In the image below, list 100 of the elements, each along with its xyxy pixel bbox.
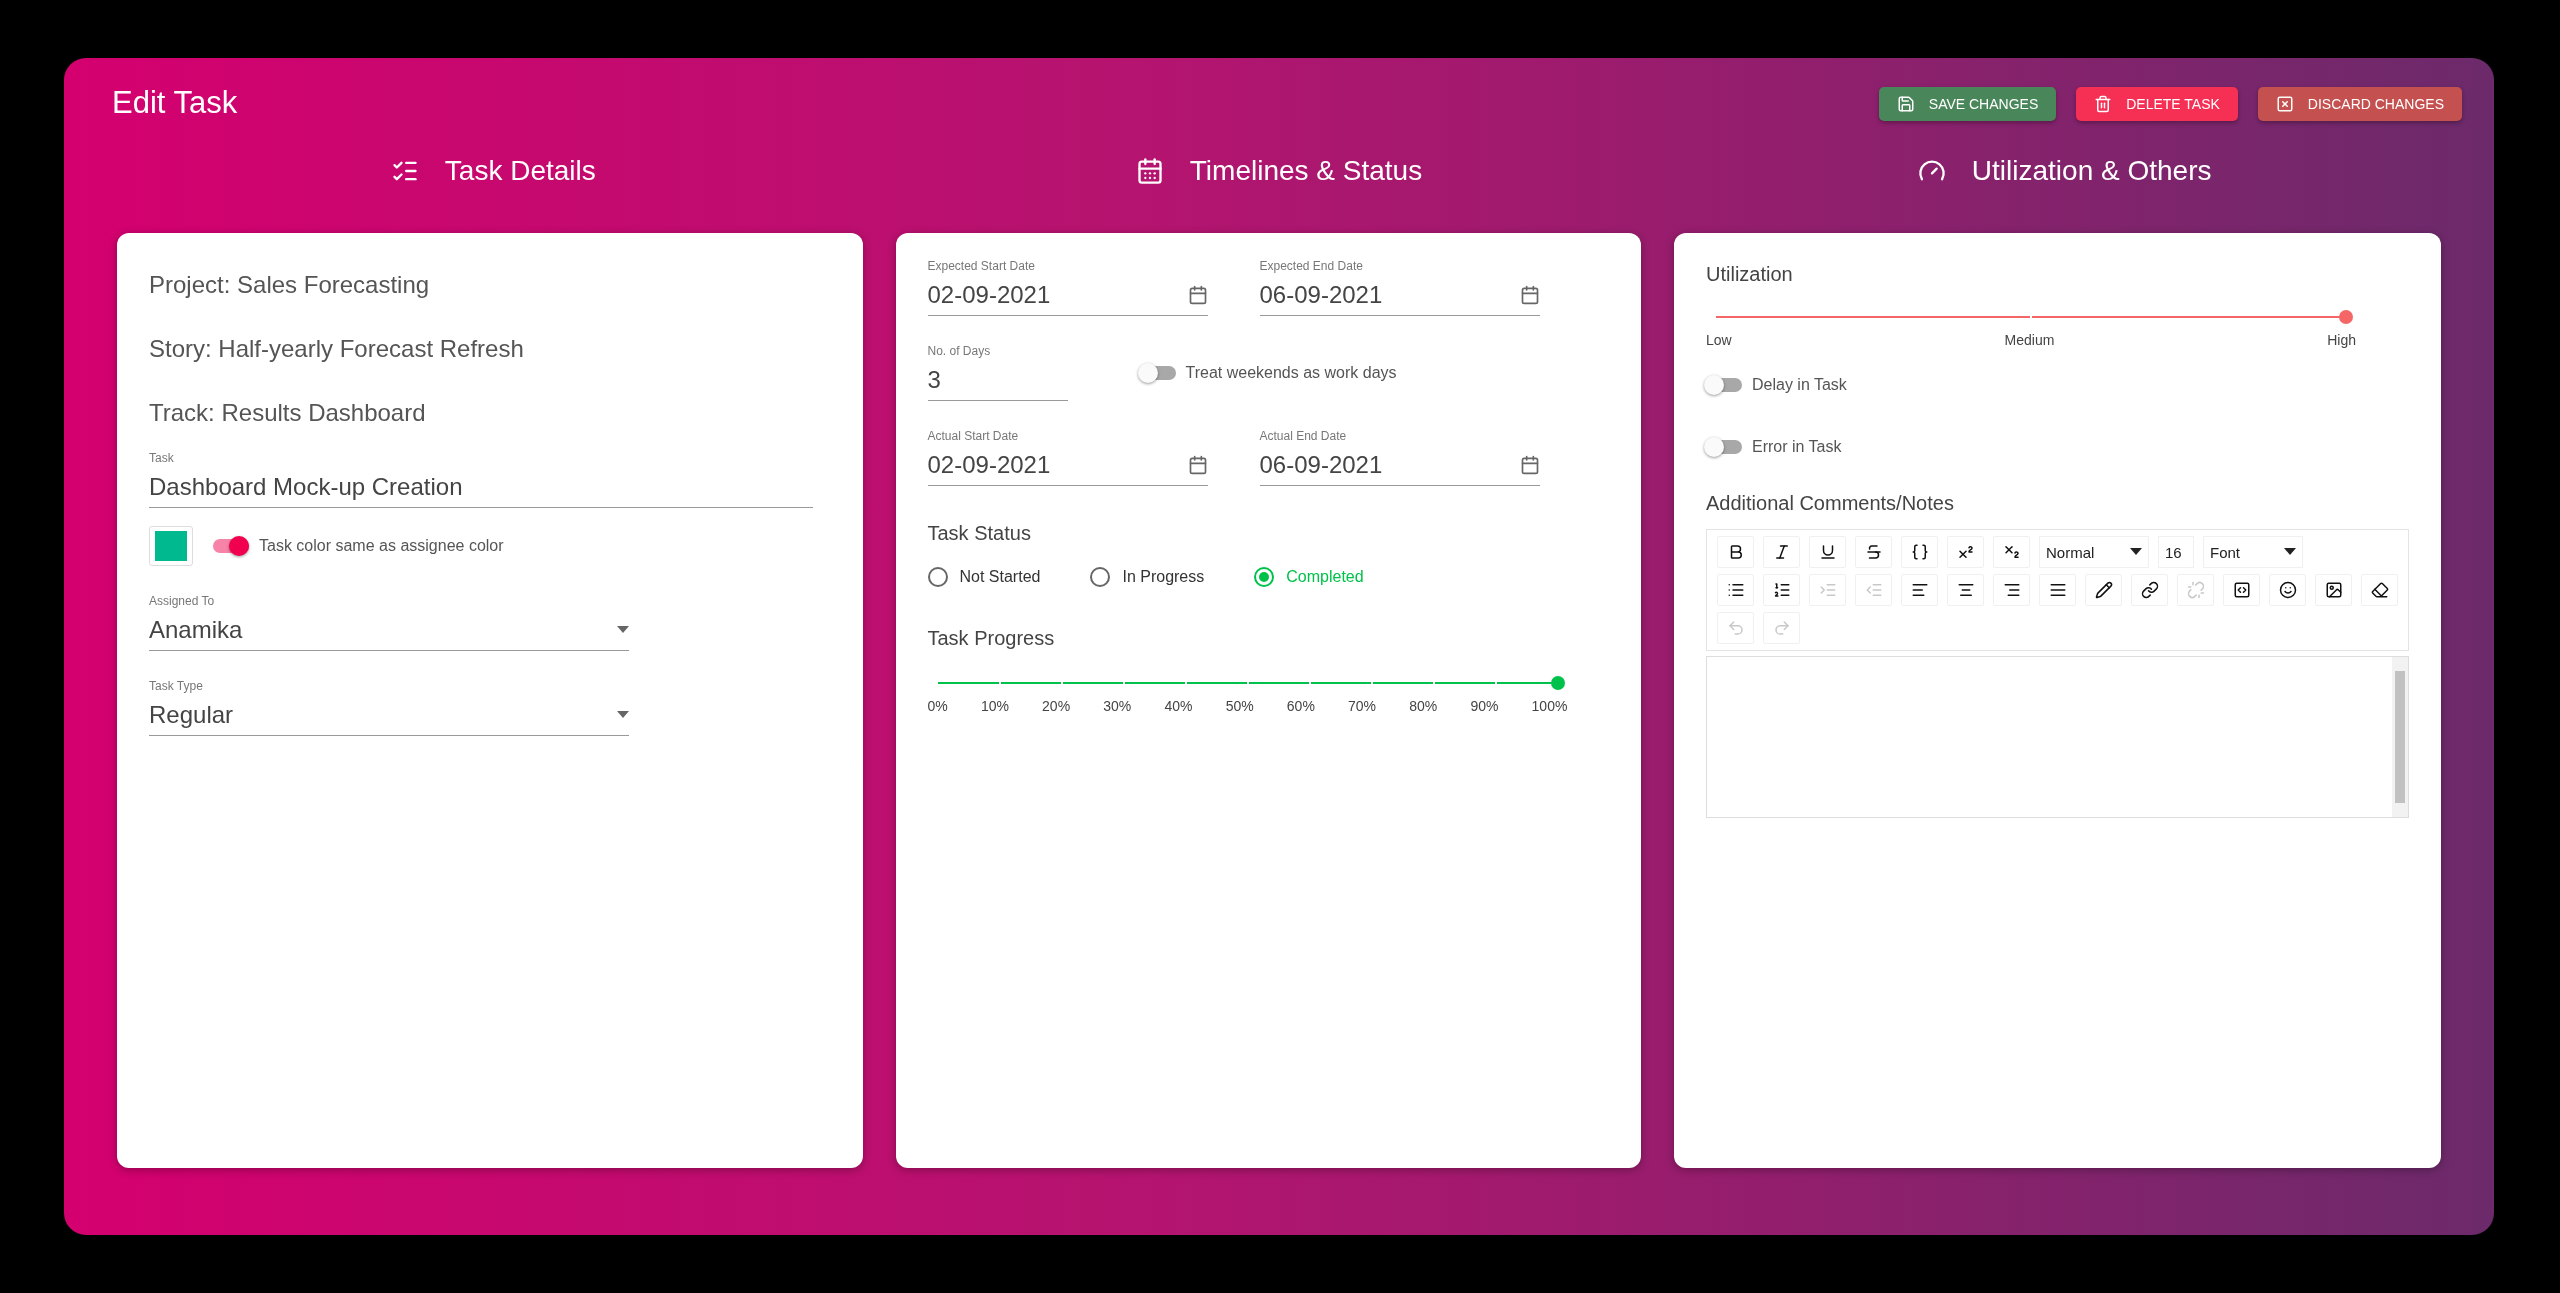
toolbar-button[interactable]	[2315, 574, 2352, 606]
slider-thumb[interactable]	[1550, 676, 1565, 690]
action-button[interactable]: SAVE CHANGES	[1878, 87, 2057, 121]
slider-mark-label: Medium	[2004, 332, 2055, 348]
section-title: Task Status	[927, 522, 1032, 545]
braces-icon	[1910, 543, 1929, 561]
section-heading: Utilization & Others	[1971, 155, 2212, 187]
toolbar-button[interactable]	[1855, 536, 1892, 568]
toolbar-button[interactable]	[1763, 536, 1800, 568]
indent-icon	[1818, 581, 1837, 599]
toolbar-button[interactable]	[1947, 536, 1984, 568]
toolbar-button[interactable]	[1947, 574, 1984, 606]
field-label: Task Type	[149, 679, 204, 693]
info-line: Story: Half-yearly Forecast Refresh	[149, 335, 525, 363]
toolbar-button[interactable]	[1717, 536, 1754, 568]
numbered-list-icon	[1772, 581, 1791, 599]
toolbar-button[interactable]	[2223, 574, 2260, 606]
image-icon	[2324, 581, 2343, 599]
section-heading: Task Details	[444, 155, 596, 187]
toggle-switch[interactable]	[1706, 378, 1742, 392]
select-field[interactable]: Task Type Regular	[149, 679, 629, 736]
date-field[interactable]: Actual Start Date 02-09-2021	[927, 429, 1208, 486]
toolbar-button[interactable]	[1901, 574, 1938, 606]
slider-mark-label: 20%	[1042, 698, 1071, 714]
slider-mark-label: 50%	[1225, 698, 1254, 714]
toolbar-button[interactable]	[2085, 574, 2122, 606]
toolbar-button[interactable]	[2269, 574, 2306, 606]
outdent-icon	[1864, 581, 1883, 599]
toolbar-button[interactable]	[1717, 574, 1754, 606]
underline-icon	[1818, 543, 1837, 561]
toggle-switch[interactable]	[1139, 365, 1176, 380]
calendar-icon	[1187, 455, 1208, 475]
caret-icon	[617, 626, 629, 634]
field-label: No. of Days	[927, 344, 992, 358]
slider-mark-label: High	[2327, 332, 2356, 348]
caret-icon	[617, 711, 629, 719]
strikethrough-icon	[1864, 543, 1883, 561]
action-button[interactable]: DELETE TASK	[2076, 87, 2238, 121]
align-right-icon	[2002, 581, 2021, 599]
toolbar-button[interactable]	[1993, 574, 2030, 606]
format-dropdown[interactable]: Normal	[2039, 536, 2149, 568]
link-icon	[2140, 581, 2159, 599]
input-field[interactable]: No. of Days 3	[927, 344, 1068, 401]
toolbar-button[interactable]	[1901, 536, 1938, 568]
format-dropdown[interactable]: Font	[2203, 536, 2303, 568]
color-swatch[interactable]	[149, 526, 193, 566]
toolbar-button[interactable]	[2131, 574, 2168, 606]
field-value: 06-09-2021	[1259, 451, 1383, 479]
caret-icon	[2284, 548, 2296, 556]
toolbar-button[interactable]	[2361, 574, 2398, 606]
section-title: Additional Comments/Notes	[1706, 492, 1955, 515]
input-field[interactable]: Task Dashboard Mock-up Creation	[149, 451, 813, 508]
info-line: Track: Results Dashboard	[149, 399, 427, 427]
toolbar-button[interactable]	[1993, 536, 2030, 568]
format-dropdown[interactable]: 16	[2158, 536, 2194, 568]
slider-mark-label: 80%	[1409, 698, 1438, 714]
calendar-icon	[1519, 455, 1540, 475]
close-icon	[2275, 95, 2294, 113]
justify-icon	[2048, 581, 2067, 599]
info-line: Project: Sales Forecasting	[149, 271, 431, 299]
slider-mark-label: 70%	[1348, 698, 1377, 714]
date-field[interactable]: Expected End Date 06-09-2021	[1259, 259, 1540, 316]
slider-thumb[interactable]	[2339, 310, 2353, 324]
toggle-switch[interactable]	[213, 539, 249, 553]
field-value: 06-09-2021	[1259, 281, 1383, 309]
align-center-icon	[1956, 581, 1975, 599]
calendar-icon	[1519, 285, 1540, 305]
smiley-icon	[2278, 581, 2297, 599]
pencil-icon	[2094, 581, 2113, 599]
bullet-list-icon	[1726, 581, 1745, 599]
action-button[interactable]: DISCARD CHANGES	[2257, 87, 2462, 121]
calendar-icon	[1187, 285, 1208, 305]
trash-icon	[2094, 95, 2113, 113]
field-value: Anamika	[149, 616, 243, 644]
subscript-icon	[2002, 543, 2021, 561]
select-field[interactable]: Assigned To Anamika	[149, 594, 629, 651]
code-window-icon	[2232, 581, 2251, 599]
field-label: Assigned To	[149, 594, 216, 608]
radio-option[interactable]: In Progress	[1090, 567, 1205, 587]
toggle-label: Error in Task	[1752, 438, 1842, 456]
toolbar-button[interactable]	[2039, 574, 2076, 606]
section-title: Task Progress	[927, 627, 1056, 650]
date-field[interactable]: Actual End Date 06-09-2021	[1259, 429, 1540, 486]
caret-icon	[2130, 548, 2142, 556]
toolbar-button[interactable]	[1763, 574, 1800, 606]
toolbar-button[interactable]	[1809, 536, 1846, 568]
eraser-icon	[2370, 581, 2389, 599]
slider-mark-label: 60%	[1286, 698, 1315, 714]
slider-mark-label: 40%	[1164, 698, 1193, 714]
toggle-switch[interactable]	[1706, 440, 1742, 454]
slider-mark-label: 10%	[980, 698, 1009, 714]
scrollbar[interactable]	[2392, 657, 2408, 817]
slider-mark-label: Low	[1706, 332, 1732, 348]
calendar-icon	[1135, 157, 1164, 185]
slider-mark-label: 0%	[927, 698, 948, 714]
radio-option[interactable]: Not Started	[927, 567, 1041, 587]
field-value: 3	[927, 366, 941, 394]
field-value: 02-09-2021	[927, 281, 1051, 309]
date-field[interactable]: Expected Start Date 02-09-2021	[927, 259, 1208, 316]
slider-mark-label: 30%	[1103, 698, 1132, 714]
